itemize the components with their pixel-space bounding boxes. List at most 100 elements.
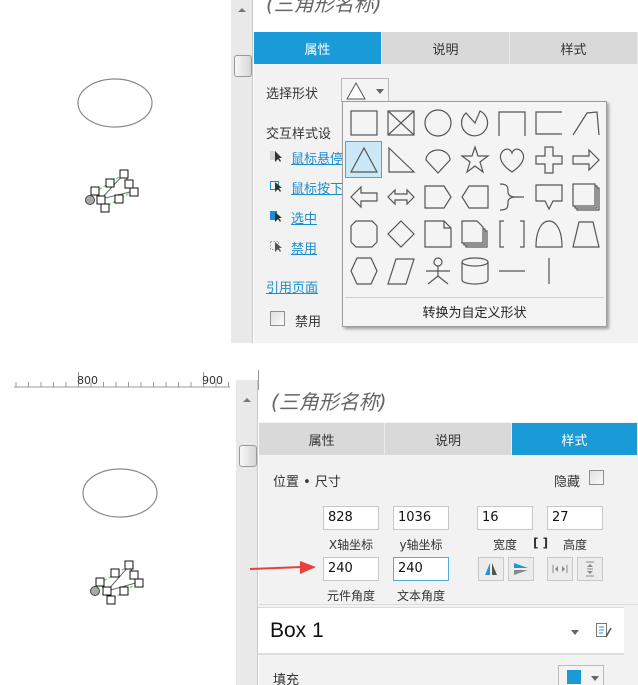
stacked-pages-icon xyxy=(460,219,488,248)
height-input[interactable]: 27 xyxy=(547,506,603,530)
style-preset-select[interactable]: Box 1 xyxy=(258,607,624,655)
shape-option-diamond[interactable] xyxy=(382,215,419,252)
tab-notes[interactable]: 说明 xyxy=(382,32,510,64)
shape-option-ellipse[interactable] xyxy=(419,104,456,141)
cursor-press-icon xyxy=(270,181,282,192)
shape-option-arrow-left[interactable] xyxy=(345,178,382,215)
width-label: 宽度 xyxy=(492,538,517,552)
shape-option-triangle[interactable] xyxy=(345,141,382,178)
x-coordinate-input[interactable]: 828 xyxy=(323,506,379,530)
tab-style[interactable]: 样式 xyxy=(510,32,638,64)
edit-style-icon[interactable] xyxy=(595,622,613,640)
tab-properties[interactable]: 属性 xyxy=(259,423,386,455)
tab-properties[interactable]: 属性 xyxy=(254,32,382,64)
vertical-line-icon xyxy=(547,257,550,284)
teardrop-icon xyxy=(424,148,451,174)
rotation-handle xyxy=(85,195,95,205)
scroll-thumb[interactable] xyxy=(239,445,257,467)
vertical-scrollbar[interactable] xyxy=(231,0,253,343)
vertical-scrollbar[interactable] xyxy=(236,380,258,685)
shape-option-teardrop[interactable] xyxy=(419,141,456,178)
y-coordinate-input[interactable]: 1036 xyxy=(393,506,449,530)
selected-triangle[interactable] xyxy=(85,169,139,213)
element-title[interactable]: (三角形名称) xyxy=(271,386,387,415)
shape-option-octagon[interactable] xyxy=(345,215,382,252)
shape-option-arrow-right[interactable] xyxy=(567,141,604,178)
shape-option-heart[interactable] xyxy=(493,141,530,178)
shape-option-arrow-double[interactable] xyxy=(382,178,419,215)
fill-color-picker[interactable] xyxy=(558,665,604,685)
rotation-input[interactable]: 240 xyxy=(323,557,379,581)
disabled-checkbox[interactable] xyxy=(270,311,285,326)
width-input[interactable]: 16 xyxy=(477,506,533,530)
convert-to-custom-shape-button[interactable]: 转换为自定义形状 xyxy=(345,297,604,324)
brace-right-icon xyxy=(499,182,524,211)
cursor-hover-icon xyxy=(270,151,282,162)
shape-option-rectangle[interactable] xyxy=(345,104,382,141)
shape-option-pie[interactable] xyxy=(456,104,493,141)
flip-vertical-button[interactable] xyxy=(508,557,534,581)
shape-option-bell[interactable] xyxy=(530,215,567,252)
shape-option-cylinder[interactable] xyxy=(456,252,493,289)
shape-option-page-folded[interactable] xyxy=(419,215,456,252)
shape-option-right-triangle[interactable] xyxy=(382,141,419,178)
shape-option-parallelogram[interactable] xyxy=(382,252,419,289)
bracket-left-icon xyxy=(534,110,562,135)
shape-picker-popup: 转换为自定义形状 xyxy=(342,101,607,327)
ruler-end xyxy=(258,370,259,390)
right-triangle-icon xyxy=(387,146,415,173)
scroll-up-icon[interactable] xyxy=(243,398,251,402)
shape-option-actor[interactable] xyxy=(419,252,456,289)
shape-option-vertical-line[interactable] xyxy=(530,252,567,289)
shape-option-stacked-rectangles[interactable] xyxy=(567,178,604,215)
shape-option-star[interactable] xyxy=(456,141,493,178)
stacked-rectangles-icon xyxy=(571,182,600,211)
shape-option-bracket-left[interactable] xyxy=(530,104,567,141)
shape-option-plus[interactable] xyxy=(530,141,567,178)
chevron-down-icon[interactable] xyxy=(571,630,579,635)
shape-option-hexagon[interactable] xyxy=(345,252,382,289)
hexagon-icon xyxy=(349,256,378,285)
shape-option-slanted-corner[interactable] xyxy=(567,104,604,141)
hide-checkbox[interactable] xyxy=(589,470,604,485)
flip-horizontal-icon xyxy=(485,563,497,575)
shape-option-pentagon-left[interactable] xyxy=(456,178,493,215)
select-shape-label: 选择形状 xyxy=(266,87,319,102)
scroll-up-icon[interactable] xyxy=(238,8,246,12)
flip-vertical-icon xyxy=(514,563,528,575)
pentagon-right-icon xyxy=(423,184,452,209)
distribute-horizontal-button[interactable] xyxy=(547,557,573,581)
divider xyxy=(259,604,638,605)
scroll-thumb[interactable] xyxy=(234,55,252,77)
interaction-styles-label: 交互样式设 xyxy=(266,127,332,142)
distribute-vertical-button[interactable] xyxy=(577,557,603,581)
shape-option-callout-down[interactable] xyxy=(530,178,567,215)
title-strip: (三角形名称) xyxy=(254,0,638,32)
shape-option-placeholder[interactable] xyxy=(382,104,419,141)
flip-horizontal-button[interactable] xyxy=(478,557,504,581)
shape-option-bracket-top[interactable] xyxy=(493,104,530,141)
shape-option-pentagon-right[interactable] xyxy=(419,178,456,215)
tab-notes[interactable]: 说明 xyxy=(385,423,512,455)
reference-page-link[interactable]: 引用页面 xyxy=(266,277,318,296)
element-title[interactable]: (三角形名称) xyxy=(266,0,382,17)
shape-dropdown[interactable] xyxy=(341,78,389,102)
shape-option-trapezoid[interactable] xyxy=(567,215,604,252)
selected-triangle[interactable] xyxy=(90,560,144,605)
cursor-selected-icon xyxy=(270,211,282,222)
trapezoid-icon xyxy=(571,220,600,248)
text-rotation-input[interactable]: 240 xyxy=(393,557,449,581)
shape-option-brackets[interactable] xyxy=(493,215,530,252)
shape-option-horizontal-line[interactable] xyxy=(493,252,530,289)
x-coordinate-label: X轴坐标 xyxy=(328,538,374,552)
shape-grid xyxy=(345,104,605,289)
height-label: 高度 xyxy=(562,538,587,552)
shape-option-brace-right[interactable] xyxy=(493,178,530,215)
octagon-icon xyxy=(349,219,378,248)
cursor-disabled-icon xyxy=(270,241,282,252)
tab-style[interactable]: 样式 xyxy=(511,423,638,455)
canvas-ellipse xyxy=(77,78,153,128)
horizontal-ruler xyxy=(14,372,230,388)
pentagon-left-icon xyxy=(460,184,489,209)
shape-option-stacked-pages[interactable] xyxy=(456,215,493,252)
